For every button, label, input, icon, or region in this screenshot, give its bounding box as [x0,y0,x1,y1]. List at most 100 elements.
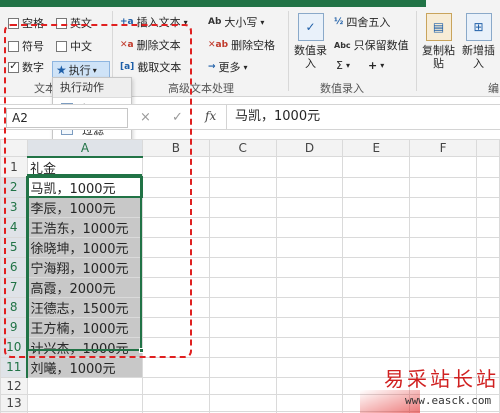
cell[interactable] [409,176,477,198]
cell-a4[interactable]: 王浩东，1000元 [26,216,143,238]
cell[interactable] [342,156,411,178]
cell[interactable] [141,156,210,178]
cell[interactable] [141,356,210,378]
row-header[interactable]: 10 [0,336,29,358]
cell[interactable] [475,316,500,338]
cell[interactable] [141,216,210,238]
cell[interactable] [409,336,477,358]
column-header-d[interactable]: D [275,139,344,157]
cell-a12[interactable] [26,376,143,395]
cell[interactable] [141,196,210,218]
name-box[interactable]: A2 [6,108,128,128]
check-icon[interactable]: ✓ [8,61,19,73]
row-header[interactable]: 2 [0,176,29,198]
cell[interactable] [409,196,477,218]
checkbox-box[interactable] [8,17,19,29]
column-header-a[interactable]: A [26,139,143,158]
cell-a3[interactable]: 李辰，1000元 [26,196,143,218]
cell[interactable] [475,216,500,238]
cell[interactable] [141,336,210,358]
checkbox-number[interactable]: ✓ 数字 [8,59,44,75]
cell-a10[interactable]: 计兴杰，1000元 [26,336,143,358]
checkbox-box[interactable] [56,40,67,52]
column-header-e[interactable]: E [342,139,411,157]
cell-a7[interactable]: 高霞，2000元 [26,276,143,298]
cell[interactable] [475,196,500,218]
cell[interactable] [275,393,344,412]
row-header[interactable]: 7 [0,276,29,298]
cell[interactable] [342,276,411,298]
row-header[interactable]: 1 [0,156,28,178]
cell[interactable] [141,376,210,395]
cell-a2[interactable]: 马凯，1000元 [26,176,144,198]
cell[interactable] [208,393,277,412]
confirm-icon[interactable]: ✓ [172,110,183,125]
cell[interactable] [275,356,344,378]
cell[interactable] [475,256,500,278]
cell-a8[interactable]: 汪德志，1500元 [26,296,143,318]
cell-a6[interactable]: 宁海翔，1000元 [26,256,143,278]
cell[interactable] [409,276,477,298]
checkbox-chinese[interactable]: 中文 [56,38,92,54]
cell[interactable] [208,316,277,338]
round-button[interactable]: ½ 四舍五入 [334,14,390,30]
cell[interactable] [275,176,344,198]
cell[interactable] [409,236,477,258]
cell[interactable] [141,236,210,258]
cell[interactable] [208,176,277,198]
cell[interactable] [275,376,344,395]
row-header[interactable]: 3 [0,196,29,218]
cell[interactable] [409,256,477,278]
cell[interactable] [409,296,477,318]
row-header[interactable]: 4 [0,216,29,238]
cell[interactable] [409,156,477,178]
cell[interactable] [141,296,210,318]
copy-paste-button[interactable]: ▤ 复制粘 贴 [422,13,455,70]
cell[interactable] [275,276,344,298]
column-header-b[interactable]: B [141,139,210,157]
row-header[interactable]: 6 [0,256,29,278]
delete-text-button[interactable]: ✕a 删除文本 [120,37,181,53]
new-insert-button[interactable]: ⊞ 新增插 入 [462,13,495,70]
cell[interactable] [208,196,277,218]
cell[interactable] [208,236,277,258]
cell[interactable] [275,336,344,358]
case-button[interactable]: Ab 大小写 ▾ [208,14,264,30]
row-header[interactable]: 5 [0,236,29,258]
cell[interactable] [208,156,277,178]
extract-text-button[interactable]: [a] 截取文本 [120,59,181,75]
cell-a5[interactable]: 徐晓坤，1000元 [26,236,143,258]
cancel-icon[interactable]: × [140,110,151,125]
checkbox-box[interactable] [56,17,67,29]
select-all-corner[interactable] [0,139,28,157]
cell[interactable] [275,256,344,278]
tab-active-fangfanggezi[interactable] [426,0,500,7]
cell-a9[interactable]: 王方楠，1000元 [26,316,143,338]
row-header[interactable]: 11 [0,356,29,378]
cell[interactable] [141,176,210,198]
cell[interactable] [208,336,277,358]
cell[interactable] [409,316,477,338]
checkbox-box[interactable] [8,40,19,52]
cell[interactable] [475,336,500,358]
sum-button[interactable]: Σ ▾ [336,59,350,72]
cell[interactable] [208,376,277,395]
cell[interactable] [475,156,500,178]
fill-handle[interactable] [139,348,144,353]
insert-function-icon[interactable]: fx [205,109,216,123]
cell[interactable] [275,216,344,238]
cell[interactable] [342,176,411,198]
cell-a13[interactable] [26,393,143,412]
cell[interactable] [342,216,411,238]
cell[interactable] [475,176,500,198]
cell[interactable] [275,196,344,218]
cell[interactable] [141,393,210,412]
cell[interactable] [342,236,411,258]
checkbox-english[interactable]: 英文 [56,15,92,31]
cell[interactable] [141,256,210,278]
cell[interactable] [208,356,277,378]
delete-space-button[interactable]: ✕ab 删除空格 [208,37,275,53]
cell[interactable] [275,156,344,178]
column-header-c[interactable]: C [208,139,277,157]
cell[interactable] [208,216,277,238]
